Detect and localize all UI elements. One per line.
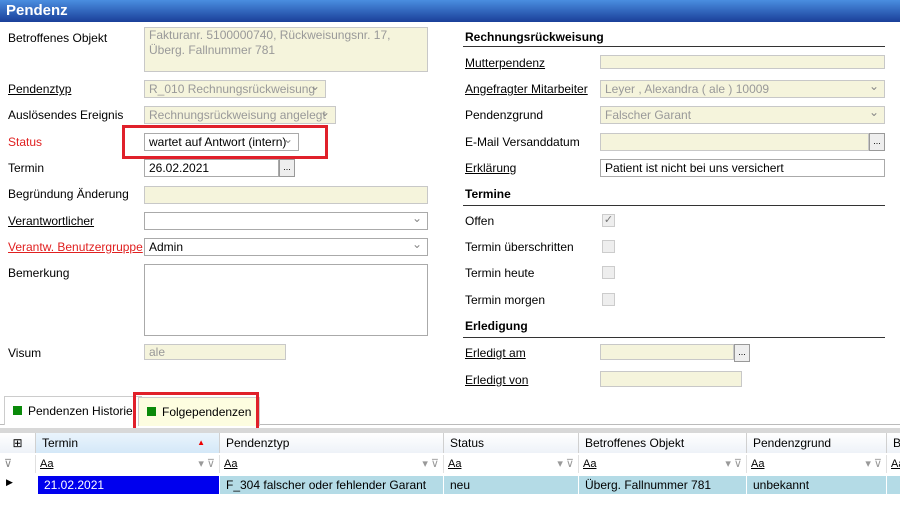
filter-row-icon: ⊽ [0, 455, 36, 473]
label-begruendung: Begründung Änderung [8, 187, 129, 201]
cell-pendenzgrund[interactable]: unbekannt [747, 476, 887, 494]
label-betroffenes-objekt: Betroffenes Objekt [8, 31, 108, 45]
label-ausloesendes-ereignis: Auslösendes Ereignis [8, 108, 124, 122]
label-pendenzgrund: Pendenzgrund [465, 108, 544, 122]
label-benutzergruppe[interactable]: Verantw. Benutzergruppe [8, 239, 143, 255]
column-header-pendenztyp[interactable]: Pendenztyp [220, 433, 444, 453]
label-erklaerung[interactable]: Erklärung [465, 160, 516, 176]
section-termine: Termine [465, 187, 511, 201]
filter-termin[interactable]: Aa ▾ ⊽ [36, 455, 220, 473]
begruendung-field[interactable] [144, 186, 428, 204]
erklaerung-field[interactable]: Patient ist nicht bei uns versichert [600, 159, 885, 177]
column-header-pendenzgrund[interactable]: Pendenzgrund [747, 433, 887, 453]
grid: ⊞ Termin ▲ Pendenztyp Status Betroffenes … [0, 433, 900, 511]
visum-field: ale [144, 344, 286, 360]
label-termin-morgen: Termin morgen [465, 293, 546, 307]
window-title: Pendenz [0, 0, 900, 22]
label-angefragter-mitarbeiter[interactable]: Angefragter Mitarbeiter [465, 81, 588, 97]
section-rechnungsrueckweisung: Rechnungsrückweisung [465, 30, 604, 44]
label-erledigt-am[interactable]: Erledigt am [465, 345, 526, 361]
label-status: Status [8, 135, 43, 149]
divider [463, 205, 885, 206]
label-erledigt-von[interactable]: Erledigt von [465, 372, 528, 388]
pendenztyp-select[interactable]: R_010 Rechnungsrückweisung [144, 80, 326, 98]
termin-morgen-checkbox[interactable] [602, 293, 615, 306]
email-versanddatum-field[interactable] [600, 133, 869, 151]
column-header-b[interactable]: B [887, 433, 900, 453]
label-email-versanddatum: E-Mail Versanddatum [465, 135, 580, 149]
ausloesendes-ereignis-select[interactable]: Rechnungsrückweisung angelegt [144, 106, 336, 124]
column-header-status[interactable]: Status [444, 433, 579, 453]
section-erledigung: Erledigung [465, 319, 528, 333]
row-indicator-icon: ▶ [6, 477, 13, 487]
label-verantwortlicher[interactable]: Verantwortlicher [8, 213, 94, 229]
termin-ueberschritten-checkbox[interactable] [602, 240, 615, 253]
label-visum: Visum [8, 346, 42, 360]
column-header-betroffenes-objekt[interactable]: Betroffenes Objekt [579, 433, 747, 453]
label-termin: Termin [8, 161, 45, 175]
erledigt-am-field[interactable] [600, 344, 734, 360]
erledigt-von-field [600, 371, 742, 387]
filter-b[interactable]: Aa [887, 455, 900, 473]
cell-pendenztyp[interactable]: F_304 falscher oder fehlender Garant [220, 476, 444, 494]
verantwortlicher-select[interactable] [144, 212, 428, 230]
divider [463, 46, 885, 47]
cell-termin[interactable]: 21.02.2021 [38, 476, 220, 494]
label-mutterpendenz[interactable]: Mutterpendenz [465, 55, 545, 71]
benutzergruppe-select[interactable]: Admin [144, 238, 428, 256]
label-termin-ueberschritten: Termin überschritten [465, 240, 574, 254]
filter-status[interactable]: Aa ▾ ⊽ [444, 455, 579, 473]
termin-heute-checkbox[interactable] [602, 266, 615, 279]
mutterpendenz-field[interactable] [600, 55, 885, 69]
divider [463, 337, 885, 338]
label-termin-heute: Termin heute [465, 266, 535, 280]
label-pendenztyp[interactable]: Pendenztyp [8, 81, 71, 97]
status-select[interactable]: wartet auf Antwort (intern) [144, 133, 299, 151]
label-offen: Offen [465, 214, 495, 228]
pendenzgrund-select[interactable]: Falscher Garant [600, 106, 885, 124]
cell-b[interactable] [887, 476, 900, 494]
termin-date-button[interactable]: ... [279, 159, 295, 177]
filter-betroffenes-objekt[interactable]: Aa ▾ ⊽ [579, 455, 747, 473]
offen-checkbox[interactable]: ✓ [602, 214, 615, 227]
erledigt-am-date-button[interactable]: ... [734, 344, 750, 362]
tab-pendenzen-historie[interactable]: Pendenzen Historie [4, 396, 142, 425]
column-chooser-icon[interactable]: ⊞ [0, 433, 36, 453]
bemerkung-textarea[interactable] [144, 264, 428, 336]
mitarbeiter-select[interactable]: Leyer , Alexandra ( ale ) 10009 [600, 80, 885, 98]
filter-pendenztyp[interactable]: Aa ▾ ⊽ [220, 455, 444, 473]
filter-pendenzgrund[interactable]: Aa ▾ ⊽ [747, 455, 887, 473]
termin-field[interactable]: 26.02.2021 [144, 159, 279, 177]
email-date-button[interactable]: ... [869, 133, 885, 151]
green-square-icon [13, 406, 22, 415]
cell-betroffenes-objekt[interactable]: Überg. Fallnummer 781 [579, 476, 747, 494]
label-bemerkung: Bemerkung [8, 266, 70, 280]
tab-label: Pendenzen Historie [28, 404, 133, 418]
betroffenes-objekt-field[interactable]: Fakturanr. 5100000740, Rückweisungsnr. 1… [144, 27, 428, 72]
cell-status[interactable]: neu [444, 476, 579, 494]
column-header-termin[interactable]: Termin ▲ [36, 433, 220, 453]
sort-asc-icon: ▲ [197, 438, 205, 447]
table-row[interactable]: ▶ 21.02.2021 F_304 falscher oder fehlend… [0, 475, 900, 495]
